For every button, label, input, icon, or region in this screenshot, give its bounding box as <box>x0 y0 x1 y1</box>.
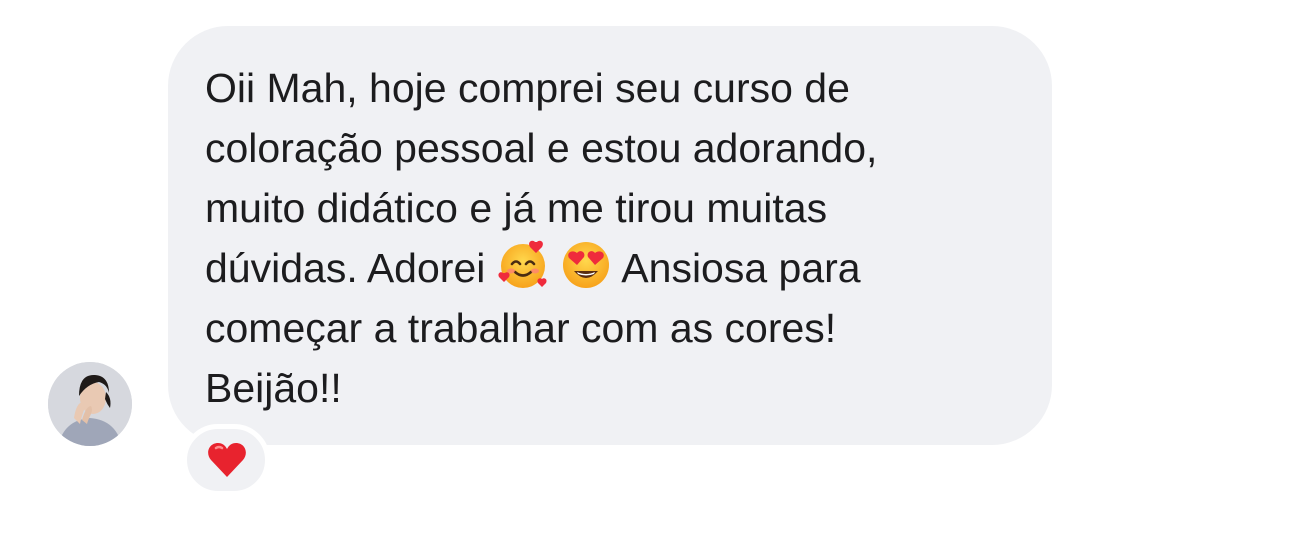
message-line-4-end: Ansiosa para <box>612 245 861 291</box>
smiling-face-with-hearts-icon <box>498 240 547 288</box>
avatar-photo <box>48 362 132 446</box>
reaction-badge[interactable] <box>182 424 270 496</box>
message-text: Oii Mah, hoje comprei seu curso de color… <box>205 58 1045 418</box>
red-heart-icon <box>208 443 246 477</box>
avatar[interactable] <box>48 362 132 446</box>
message-line-4: dúvidas. Adorei Ansiosa para <box>205 238 1045 298</box>
heart-eyes-icon <box>563 242 610 288</box>
message-line-4-start: dúvidas. Adorei <box>205 245 486 291</box>
message-line-6: Beijão!! <box>205 365 342 411</box>
message-line-1: Oii Mah, hoje comprei seu curso de <box>205 65 850 111</box>
message-line-2: coloração pessoal e estou adorando, <box>205 125 878 171</box>
message-line-3: muito didático e já me tirou muitas <box>205 185 828 231</box>
message-line-5: começar a trabalhar com as cores! <box>205 305 837 351</box>
